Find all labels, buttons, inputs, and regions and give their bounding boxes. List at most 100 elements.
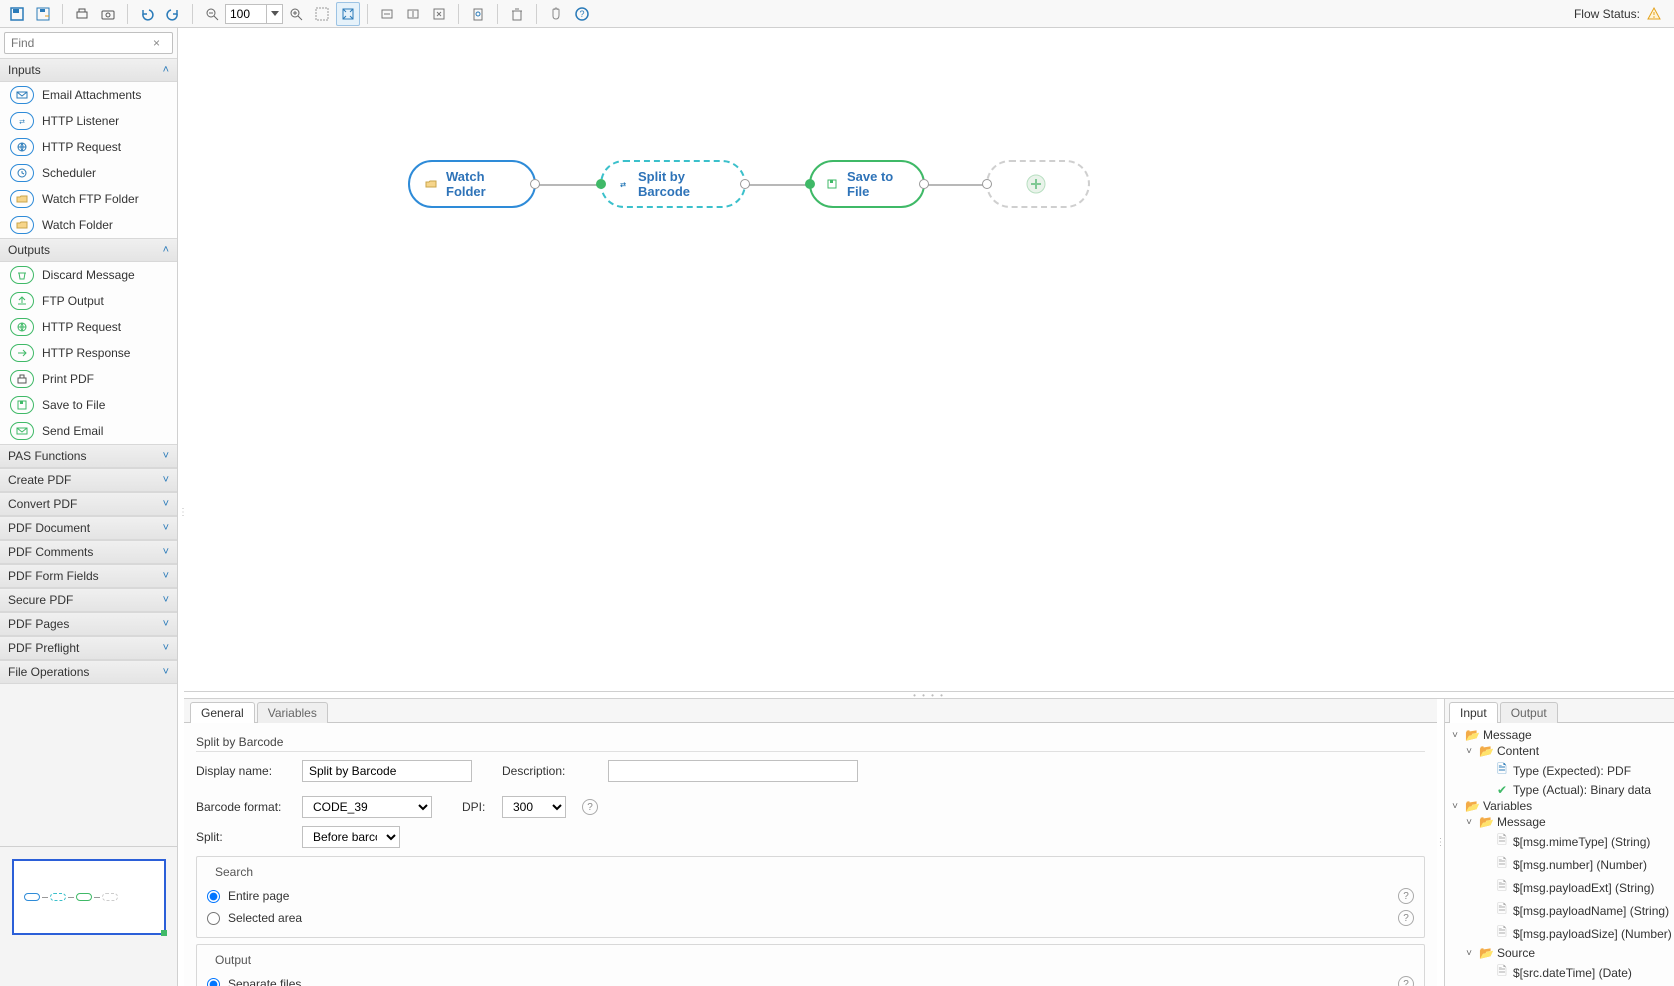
- tree-src-var-0[interactable]: 🗎$[src.dateTime] (Date): [1447, 961, 1672, 984]
- split-select[interactable]: Before barcode: [302, 826, 400, 848]
- warning-icon: [1646, 6, 1662, 22]
- zoom-value-field[interactable]: [226, 7, 266, 21]
- node-label: Save to File: [847, 169, 905, 199]
- fit-width-icon[interactable]: [375, 2, 399, 26]
- tree-var-message[interactable]: ˅📂Message: [1447, 814, 1672, 830]
- flow-status: Flow Status:: [1574, 6, 1662, 22]
- tree-msg-var-1[interactable]: 🗎$[msg.number] (Number): [1447, 853, 1672, 876]
- category-pdf-preflight[interactable]: PDF Preflight˅: [0, 636, 177, 660]
- node-split[interactable]: ⇄Split by Barcode: [600, 160, 746, 208]
- tree-msg-var-4[interactable]: 🗎$[msg.payloadSize] (Number): [1447, 922, 1672, 945]
- category-create-pdf[interactable]: Create PDF˅: [0, 468, 177, 492]
- undo-icon[interactable]: [135, 2, 159, 26]
- tab-input[interactable]: Input: [1449, 702, 1498, 723]
- node-icon: ⇄: [616, 177, 630, 191]
- dpi-select[interactable]: 300: [502, 796, 566, 818]
- add-node-icon: [1025, 173, 1047, 195]
- search-selected-help-icon[interactable]: ?: [1398, 910, 1414, 926]
- tree-type-actual[interactable]: ✔Type (Actual): Binary data: [1447, 782, 1672, 798]
- print-icon: [10, 370, 34, 388]
- globe-icon: [10, 318, 34, 336]
- barcode-format-select[interactable]: CODE_39: [302, 796, 432, 818]
- node-save[interactable]: Save to File: [809, 160, 925, 208]
- category-pdf-document[interactable]: PDF Document˅: [0, 516, 177, 540]
- actual-size-icon[interactable]: [427, 2, 451, 26]
- palette-item-send-email[interactable]: Send Email: [0, 418, 177, 444]
- overview-thumbnail[interactable]: [0, 846, 177, 986]
- palette-item-http-request[interactable]: HTTP Request: [0, 134, 177, 160]
- save-as-icon[interactable]: [31, 2, 55, 26]
- svg-text:?: ?: [579, 9, 584, 19]
- palette-item-email-attachments[interactable]: Email Attachments: [0, 82, 177, 108]
- palette-item-watch-folder[interactable]: Watch Folder: [0, 212, 177, 238]
- category-outputs[interactable]: Outputs˄: [0, 238, 177, 262]
- category-file-operations[interactable]: File Operations˅: [0, 660, 177, 684]
- output-separate-radio[interactable]: [207, 978, 220, 986]
- fit-page-icon[interactable]: [336, 2, 360, 26]
- category-pdf-comments[interactable]: PDF Comments˅: [0, 540, 177, 564]
- tree-msg-var-3[interactable]: 🗎$[msg.payloadName] (String): [1447, 899, 1672, 922]
- display-name-field[interactable]: [302, 760, 472, 782]
- search-entire-radio[interactable]: [207, 890, 220, 903]
- output-separate-help-icon[interactable]: ?: [1398, 976, 1414, 986]
- inspector-splitter[interactable]: ⋮: [1437, 699, 1444, 986]
- category-pdf-pages[interactable]: PDF Pages˅: [0, 612, 177, 636]
- tree-msg-var-0[interactable]: 🗎$[msg.mimeType] (String): [1447, 830, 1672, 853]
- tab-variables[interactable]: Variables: [257, 702, 328, 723]
- palette-item-http-response[interactable]: HTTP Response: [0, 340, 177, 366]
- snapshot-icon[interactable]: [96, 2, 120, 26]
- search-selected-radio[interactable]: [207, 912, 220, 925]
- tree-variables[interactable]: ˅📂Variables: [1447, 798, 1672, 814]
- palette-item-http-request[interactable]: HTTP Request: [0, 314, 177, 340]
- palette-item-save-to-file[interactable]: Save to File: [0, 392, 177, 418]
- description-field[interactable]: [608, 760, 858, 782]
- flow-canvas[interactable]: Watch Folder ⇄Split by Barcode Save to Fil…: [184, 28, 1674, 692]
- find-input[interactable]: [4, 32, 173, 54]
- tree-content[interactable]: ˅📂Content: [1447, 743, 1672, 759]
- print-icon[interactable]: [70, 2, 94, 26]
- palette-item-print-pdf[interactable]: Print PDF: [0, 366, 177, 392]
- tab-general[interactable]: General: [190, 702, 255, 723]
- node-icon: [424, 177, 438, 191]
- http-icon: ⇄: [10, 112, 34, 130]
- category-pdf-form-fields[interactable]: PDF Form Fields˅: [0, 564, 177, 588]
- svg-text:⇄: ⇄: [19, 119, 25, 126]
- help-icon[interactable]: ?: [570, 2, 594, 26]
- tree-source[interactable]: ˅📂Source: [1447, 945, 1672, 961]
- validate-icon[interactable]: [466, 2, 490, 26]
- clear-find-icon[interactable]: ×: [153, 36, 160, 50]
- tree-type-expected[interactable]: 🗎Type (Expected): PDF: [1447, 759, 1672, 782]
- palette-item-ftp-output[interactable]: FTP Output: [0, 288, 177, 314]
- palette-item-scheduler[interactable]: Scheduler: [0, 160, 177, 186]
- category-convert-pdf[interactable]: Convert PDF˅: [0, 492, 177, 516]
- save-icon[interactable]: [5, 2, 29, 26]
- palette-item-discard-message[interactable]: Discard Message: [0, 262, 177, 288]
- search-entire-label: Entire page: [228, 889, 289, 903]
- redo-icon[interactable]: [161, 2, 185, 26]
- zoom-in-icon[interactable]: [284, 2, 308, 26]
- delete-icon[interactable]: [505, 2, 529, 26]
- zoom-dropdown-icon[interactable]: [266, 5, 282, 23]
- category-secure-pdf[interactable]: Secure PDF˅: [0, 588, 177, 612]
- pan-icon[interactable]: [544, 2, 568, 26]
- palette-item-watch-ftp-folder[interactable]: Watch FTP Folder: [0, 186, 177, 212]
- node-watch[interactable]: Watch Folder: [408, 160, 536, 208]
- zoom-marquee-icon[interactable]: [310, 2, 334, 26]
- tree-message[interactable]: ˅📂Message: [1447, 727, 1672, 743]
- palette-item-http-listener[interactable]: ⇄HTTP Listener: [0, 108, 177, 134]
- category-inputs[interactable]: Inputs˄: [0, 58, 177, 82]
- tree-msg-var-2[interactable]: 🗎$[msg.payloadExt] (String): [1447, 876, 1672, 899]
- node-icon: [825, 177, 839, 191]
- search-entire-help-icon[interactable]: ?: [1398, 888, 1414, 904]
- category-pas-functions[interactable]: PAS Functions˅: [0, 444, 177, 468]
- section-title: Split by Barcode: [196, 735, 1425, 752]
- dpi-help-icon[interactable]: ?: [582, 799, 598, 815]
- tab-output[interactable]: Output: [1500, 702, 1558, 723]
- description-label: Description:: [502, 764, 598, 778]
- node-add[interactable]: [986, 160, 1090, 208]
- zoom-input[interactable]: [225, 4, 283, 24]
- wire: [536, 184, 600, 186]
- fit-height-icon[interactable]: [401, 2, 425, 26]
- zoom-out-icon[interactable]: [200, 2, 224, 26]
- node-label: Watch Folder: [446, 169, 516, 199]
